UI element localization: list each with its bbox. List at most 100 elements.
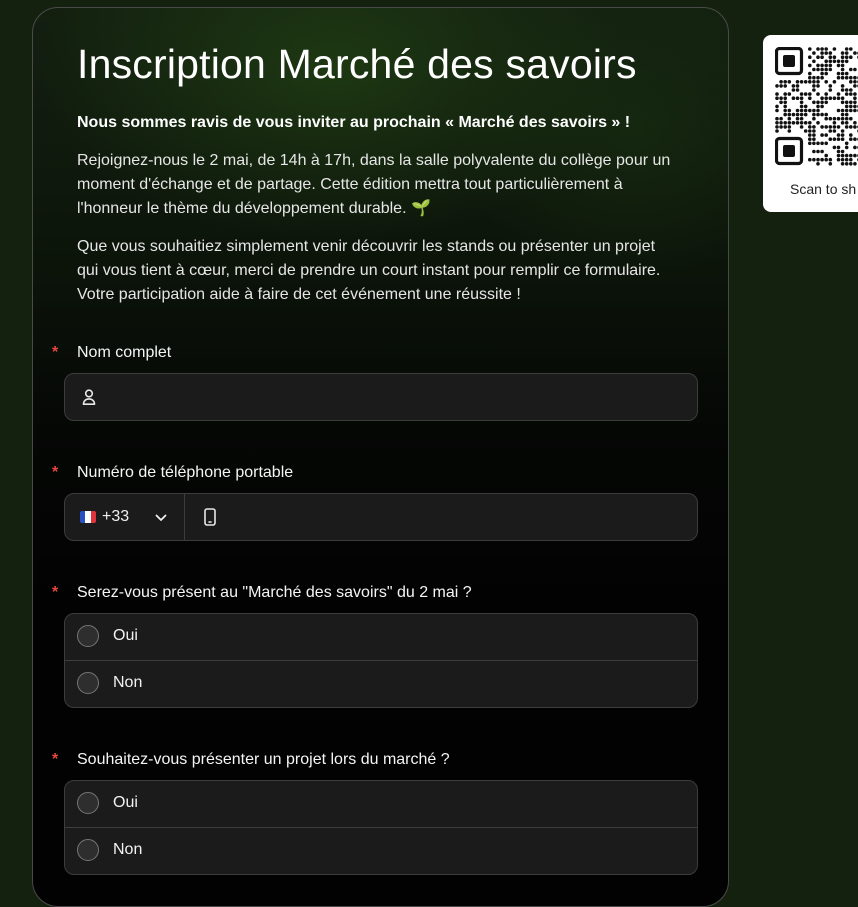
qr-module	[824, 92, 828, 96]
qr-module	[808, 96, 812, 100]
qr-module	[836, 157, 841, 162]
qr-module	[799, 104, 804, 109]
qr-module	[840, 51, 845, 55]
qr-module	[828, 116, 833, 121]
radio-button[interactable]	[77, 672, 99, 694]
user-icon	[82, 389, 96, 405]
country-code-select[interactable]: +33	[65, 494, 185, 540]
qr-module	[803, 112, 808, 117]
qr-module	[828, 88, 833, 92]
qr-module	[812, 75, 816, 80]
question-label-phone: Numéro de téléphone portable	[77, 464, 294, 481]
qr-module	[820, 104, 824, 109]
qr-module	[820, 55, 824, 59]
qr-module	[787, 116, 792, 121]
qr-module	[832, 96, 837, 100]
qr-module	[836, 125, 841, 129]
qr-module	[840, 129, 845, 133]
chevron-down-icon	[155, 514, 167, 521]
qr-module	[836, 137, 841, 141]
qr-module	[808, 92, 812, 96]
form-description-1: Rejoignez-nous le 2 mai, de 14h à 17h, d…	[77, 149, 677, 221]
form-card: Inscription Marché des savoirs Nous somm…	[32, 7, 729, 907]
qr-module	[836, 145, 841, 150]
qr-module	[840, 121, 845, 125]
qr-module	[836, 116, 841, 121]
qr-module	[840, 100, 845, 105]
qr-module	[836, 96, 841, 100]
qr-module	[783, 121, 787, 125]
qr-module	[840, 133, 845, 137]
qr-module	[832, 145, 837, 150]
qr-module	[828, 129, 833, 133]
qr-module	[824, 116, 828, 121]
qr-module	[844, 92, 849, 96]
radio-option-oui[interactable]: Oui	[65, 781, 697, 827]
qr-module	[820, 149, 824, 154]
qr-module	[799, 108, 804, 113]
qr-module	[844, 141, 849, 146]
required-marker: *	[52, 464, 59, 481]
qr-module	[816, 47, 820, 51]
qr-module	[853, 51, 857, 55]
qr-module	[844, 59, 849, 64]
required-marker: *	[52, 584, 59, 601]
qr-module	[779, 100, 783, 105]
qr-module	[824, 51, 828, 55]
qr-module	[812, 125, 816, 129]
radio-option-non[interactable]: Non	[65, 827, 697, 874]
qr-module	[808, 137, 812, 141]
qr-module	[775, 129, 779, 133]
qr-module	[832, 137, 837, 141]
qr-module	[812, 112, 816, 117]
qr-module	[787, 112, 792, 117]
qr-module	[808, 121, 812, 125]
qr-module	[808, 47, 812, 51]
qr-module	[812, 84, 816, 88]
qr-module	[808, 133, 812, 137]
qr-module	[791, 88, 796, 92]
qr-module	[840, 162, 845, 166]
phone-icon	[204, 508, 216, 526]
qr-module	[808, 157, 812, 162]
qr-module	[840, 96, 845, 100]
qr-module	[853, 125, 857, 129]
full-name-field[interactable]	[64, 373, 698, 421]
qr-module	[783, 92, 787, 96]
qr-module	[832, 47, 837, 51]
radio-button[interactable]	[77, 839, 99, 861]
qr-module	[844, 153, 849, 158]
qr-module	[779, 121, 783, 125]
qr-module	[820, 157, 824, 162]
qr-module	[824, 133, 828, 137]
qr-module	[795, 96, 800, 100]
qr-module	[787, 80, 792, 84]
qr-module	[828, 162, 833, 166]
france-flag-icon	[80, 511, 96, 523]
qr-module	[844, 112, 849, 117]
qr-module	[816, 141, 820, 146]
qr-module	[844, 125, 849, 129]
qr-module	[849, 55, 853, 59]
qr-module	[853, 67, 857, 72]
radio-option-oui[interactable]: Oui	[65, 614, 697, 660]
phone-field: +33	[64, 493, 698, 541]
qr-module	[775, 108, 779, 113]
qr-module	[816, 162, 820, 166]
qr-finder-pattern	[775, 47, 804, 76]
qr-module	[791, 96, 796, 100]
qr-module	[824, 59, 828, 64]
qr-module	[791, 112, 796, 117]
qr-module	[808, 80, 812, 84]
radio-button[interactable]	[77, 792, 99, 814]
qr-module	[836, 63, 841, 68]
qr-module	[812, 51, 816, 55]
qr-module	[836, 108, 841, 113]
radio-button[interactable]	[77, 625, 99, 647]
qr-module	[799, 116, 804, 121]
radio-option-non[interactable]: Non	[65, 660, 697, 707]
qr-module	[779, 80, 783, 84]
qr-caption: Scan to sh	[790, 181, 857, 197]
qr-module	[812, 137, 816, 141]
qr-module	[812, 149, 816, 154]
